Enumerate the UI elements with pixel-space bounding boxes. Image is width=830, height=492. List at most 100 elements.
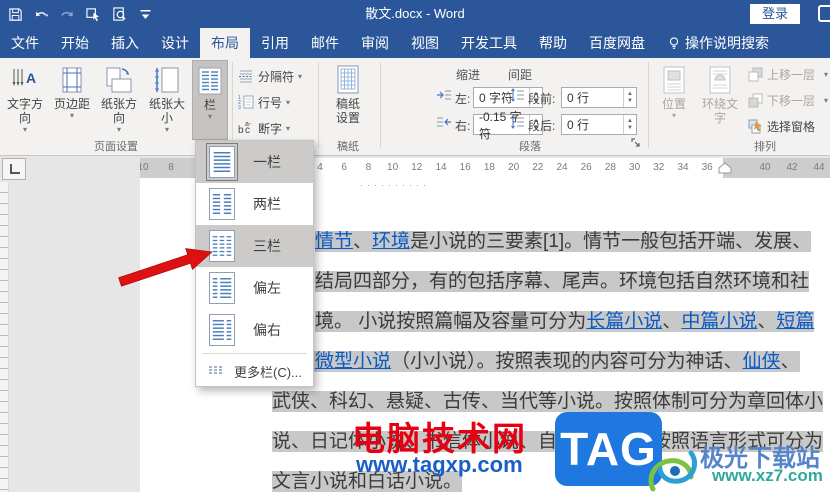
text-run: 境。 小说按照篇幅及容量可分为 bbox=[315, 311, 587, 332]
spacing-after-field[interactable]: 0 行 ▲ ▼ bbox=[561, 114, 637, 135]
spacing-before-field[interactable]: 0 行 ▲ ▼ bbox=[561, 87, 637, 108]
sign-in-button[interactable]: 登录 bbox=[749, 4, 800, 24]
title-bar: 散文.docx - Word 登录 bbox=[0, 0, 830, 28]
columns-button[interactable]: 栏 ▾ bbox=[192, 60, 228, 140]
text-run: 结局四部分，有的包括序幕、尾声。环境包括自然环境和社 bbox=[315, 271, 810, 292]
chevron-down-icon: ▾ bbox=[823, 69, 828, 79]
tab-文件[interactable]: 文件 bbox=[0, 28, 50, 58]
tab-邮件[interactable]: 邮件 bbox=[300, 28, 350, 58]
text-direction-button[interactable]: A 文字方向 ▾ bbox=[2, 60, 48, 140]
grid-paper-settings-button[interactable]: 稿纸设置 bbox=[324, 60, 372, 140]
tab-百度网盘[interactable]: 百度网盘 bbox=[578, 28, 656, 58]
document-line[interactable]: 武侠、科幻、悬疑、古传、当代等小说。按照体制可分为章回体小 bbox=[272, 382, 824, 422]
menu-item-three-columns[interactable]: 三栏 bbox=[196, 225, 313, 267]
spinner[interactable]: ▲ ▼ bbox=[623, 88, 636, 107]
paper-size-button[interactable]: 纸张大小 ▾ bbox=[144, 60, 190, 140]
one-column-icon bbox=[206, 143, 238, 181]
arrange-group-label: 排列 bbox=[754, 141, 776, 153]
spinner[interactable]: ▲ ▼ bbox=[623, 115, 636, 134]
tab-设计[interactable]: 设计 bbox=[150, 28, 200, 58]
tab-开始[interactable]: 开始 bbox=[50, 28, 100, 58]
margins-button[interactable]: 页边距 ▾ bbox=[50, 60, 94, 140]
tab-帮助[interactable]: 帮助 bbox=[528, 28, 578, 58]
ruler-number: 16 bbox=[459, 162, 471, 173]
document-line[interactable]: 文言小说和白话小说。 bbox=[272, 462, 463, 492]
hyperlink[interactable]: 仙侠 bbox=[743, 351, 781, 372]
more-columns-icon bbox=[209, 366, 222, 374]
document-title: 散文.docx - Word bbox=[365, 6, 465, 21]
ruler-number: 26 bbox=[580, 162, 592, 173]
tab-开发工具[interactable]: 开发工具 bbox=[450, 28, 528, 58]
hyperlink[interactable]: 长篇小说 bbox=[586, 311, 662, 332]
hyperlink[interactable]: 情节 bbox=[315, 231, 353, 252]
spacing-after-icon bbox=[511, 115, 524, 129]
position-button[interactable]: 位置 ▾ bbox=[654, 60, 694, 140]
chevron-down-icon: ▾ bbox=[286, 97, 291, 107]
hyphenation-button[interactable]: b c a- 断字 ▾ bbox=[238, 117, 290, 139]
menu-item-left-column[interactable]: 偏左 bbox=[196, 267, 313, 309]
menu-item-one-column[interactable]: 一栏 bbox=[196, 141, 313, 183]
tab-操作说明搜索[interactable]: 操作说明搜索 bbox=[656, 28, 780, 58]
tab-stop-selector[interactable] bbox=[2, 158, 26, 180]
ruler-number: 36 bbox=[701, 162, 713, 173]
line-numbers-icon: 123 bbox=[238, 95, 254, 110]
text-run: 、 bbox=[662, 311, 682, 332]
tab-插入[interactable]: 插入 bbox=[100, 28, 150, 58]
spacing-after-label: 段后: bbox=[528, 119, 556, 133]
tab-布局[interactable]: 布局 bbox=[200, 28, 250, 58]
text-run: 是小说的三要素[1]。情节一般包括开端、发展、 bbox=[410, 231, 812, 252]
ruler-number: 8 bbox=[168, 162, 174, 173]
menu-item-right-column[interactable]: 偏右 bbox=[196, 309, 313, 351]
ruler-number: 10 bbox=[140, 162, 149, 173]
bring-forward-button[interactable]: 上移一层 ▾ bbox=[748, 63, 828, 85]
selection-pane-button[interactable]: 选择窗格 bbox=[748, 115, 828, 137]
tab-审阅[interactable]: 审阅 bbox=[350, 28, 400, 58]
wrap-text-button[interactable]: 环绕文字 bbox=[698, 60, 742, 140]
orientation-button[interactable]: 纸张方向 ▾ bbox=[96, 60, 142, 140]
document-line[interactable]: 和微型小说（小小说）。按照表现的内容可分为神话、仙侠、 bbox=[296, 342, 800, 382]
hyperlink[interactable]: 环境 bbox=[372, 231, 410, 252]
send-backward-button[interactable]: 下移一层 ▾ bbox=[748, 89, 828, 111]
line-numbers-button[interactable]: 123 行号 ▾ bbox=[238, 91, 290, 113]
svg-text:3: 3 bbox=[238, 105, 241, 110]
tab-引用[interactable]: 引用 bbox=[250, 28, 300, 58]
right-narrow-columns-icon bbox=[209, 314, 235, 346]
spacing-before-label: 段前: bbox=[528, 92, 556, 106]
svg-text:A: A bbox=[26, 70, 36, 86]
right-indent-marker[interactable] bbox=[718, 162, 732, 174]
ruler-number: 34 bbox=[677, 162, 689, 173]
vertical-ruler[interactable] bbox=[0, 182, 9, 492]
wrap-text-icon bbox=[707, 63, 733, 97]
menu-item-two-columns[interactable]: 两栏 bbox=[196, 183, 313, 225]
document-line[interactable]: 结局四部分，有的包括序幕、尾声。环境包括自然环境和社 bbox=[315, 262, 810, 302]
chevron-down-icon: ▾ bbox=[671, 111, 676, 120]
chevron-down-icon: ▾ bbox=[298, 71, 303, 81]
text-run: 武侠、科幻、悬疑、古传、当代等小说。按照体制可分为章回体小 bbox=[272, 391, 824, 412]
indent-right-icon bbox=[437, 117, 451, 127]
text-run: 说、日记体小说、书信体小说、自传体小说。按照语言形式可分为 bbox=[272, 431, 824, 452]
text-run: 、 bbox=[353, 231, 373, 252]
chevron-down-icon: ▾ bbox=[22, 125, 27, 134]
menu-item-more-columns[interactable]: 更多栏(C)... bbox=[196, 356, 313, 386]
document-line[interactable]: 说、日记体小说、书信体小说、自传体小说。按照语言形式可分为 bbox=[272, 422, 824, 462]
document-line[interactable]: 境。 小说按照篇幅及容量可分为长篇小说、中篇小说、短篇 bbox=[315, 302, 815, 342]
svg-text:b: b bbox=[238, 125, 244, 136]
document-line[interactable]: 情节、环境是小说的三要素[1]。情节一般包括开端、发展、 bbox=[315, 222, 812, 262]
ruler-number: 14 bbox=[435, 162, 447, 173]
ribbon-display-options-icon[interactable] bbox=[818, 5, 830, 22]
tab-视图[interactable]: 视图 bbox=[400, 28, 450, 58]
ruler-number: 4 bbox=[317, 162, 323, 173]
paper-group-label: 稿纸 bbox=[337, 141, 359, 153]
text-run: 、 bbox=[757, 311, 777, 332]
paragraph-dialog-launcher-icon[interactable] bbox=[631, 138, 642, 149]
hyperlink[interactable]: 微型小说 bbox=[315, 351, 391, 372]
hyperlink[interactable]: 中篇小说 bbox=[681, 311, 757, 332]
indent-left-icon bbox=[437, 90, 451, 100]
breaks-button[interactable]: 分隔符 ▾ bbox=[238, 65, 302, 87]
text-direction-icon: A bbox=[10, 63, 40, 97]
hyperlink[interactable]: 短篇 bbox=[776, 311, 814, 332]
ruler-number: 8 bbox=[365, 162, 372, 173]
paragraph-group-label: 段落 bbox=[519, 141, 541, 153]
left-narrow-columns-icon bbox=[209, 272, 235, 304]
grid-paper-icon bbox=[334, 63, 362, 97]
